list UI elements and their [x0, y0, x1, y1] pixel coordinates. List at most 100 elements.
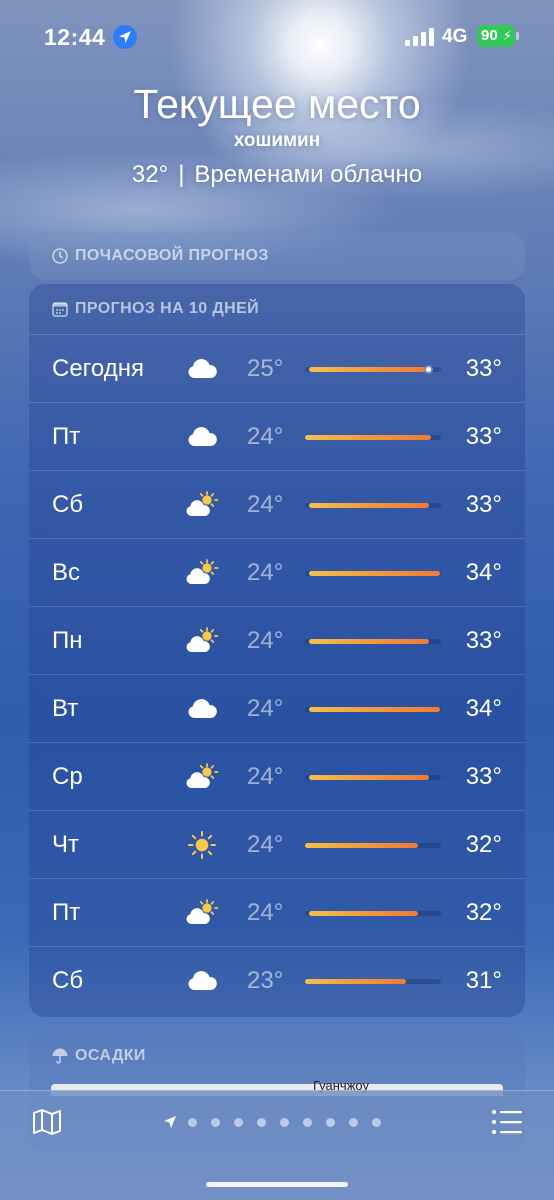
forecast-day: Чт: [52, 831, 79, 858]
forecast-high: 34°: [465, 559, 502, 586]
current-location-page-icon[interactable]: [163, 1115, 177, 1129]
hourly-forecast-card[interactable]: ПОЧАСОВОЙ ПРОГНОЗ: [29, 232, 525, 280]
forecast-day: Пт: [52, 899, 81, 926]
forecast-low: 24°: [247, 491, 284, 518]
page-dot[interactable]: [188, 1117, 197, 1127]
forecast-day: Сегодня: [52, 355, 144, 382]
temperature-range-bar: [305, 843, 441, 848]
temperature-range-fill: [309, 367, 431, 372]
ten-day-forecast-label: ПРОГНОЗ НА 10 ДНЕЙ: [75, 300, 260, 317]
current-conditions: 32° | Временами облачно: [0, 160, 554, 190]
forecast-row[interactable]: Сб 23° 31°: [29, 946, 525, 1014]
map-icon[interactable]: [32, 1108, 62, 1136]
temperature-range-bar: [305, 911, 441, 916]
temperature-range-fill: [309, 503, 429, 508]
forecast-day: Пт: [52, 423, 81, 450]
forecast-low: 25°: [247, 355, 284, 382]
precipitation-label: ОСАДКИ: [75, 1047, 146, 1064]
cloud-icon: [185, 355, 219, 383]
cloud-icon: [185, 423, 219, 451]
precipitation-header: ОСАДКИ: [51, 1032, 146, 1080]
battery-tip: [516, 32, 519, 40]
partly-sunny-icon: [185, 763, 219, 791]
list-icon[interactable]: [491, 1109, 523, 1135]
status-bar: 12:44 4G 90 ⚡: [0, 0, 554, 72]
partly-sunny-icon: [185, 899, 219, 927]
temperature-range-fill: [309, 571, 440, 576]
forecast-high: 33°: [465, 423, 502, 450]
current-temperature-marker: [423, 365, 433, 374]
battery-icon: 90 ⚡: [477, 25, 515, 47]
page-dot[interactable]: [303, 1117, 312, 1127]
forecast-high: 33°: [465, 355, 502, 382]
status-time: 12:44: [44, 24, 106, 50]
forecast-low: 24°: [247, 695, 284, 722]
sun-icon: [185, 831, 219, 859]
current-temperature: 32°: [131, 161, 169, 188]
forecast-low: 24°: [247, 831, 284, 858]
conditions-separator: |: [178, 161, 185, 188]
forecast-day: Ср: [52, 763, 83, 790]
clock-icon: [52, 248, 68, 264]
temperature-range-fill: [309, 911, 418, 916]
temperature-range-fill: [309, 707, 440, 712]
hourly-forecast-label: ПОЧАСОВОЙ ПРОГНОЗ: [75, 247, 269, 264]
temperature-range-bar: [305, 707, 441, 712]
page-dot[interactable]: [257, 1117, 266, 1127]
temperature-range-fill: [309, 775, 429, 780]
cloud-icon: [185, 967, 219, 995]
page-dot[interactable]: [349, 1117, 358, 1127]
partly-sunny-icon: [185, 491, 219, 519]
forecast-low: 24°: [247, 899, 284, 926]
forecast-low: 24°: [247, 423, 284, 450]
temperature-range-fill: [305, 979, 406, 984]
forecast-row[interactable]: Вс 24° 34°: [29, 538, 525, 606]
forecast-high: 32°: [465, 831, 502, 858]
forecast-row[interactable]: Сегодня 25° 33°: [29, 334, 525, 402]
forecast-low: 24°: [247, 559, 284, 586]
forecast-rows: Сегодня 25° 33° Пт 24° 33° Сб 24° 33° Вс 24° 34° Пн 2…: [29, 334, 525, 1014]
page-dot[interactable]: [211, 1117, 220, 1127]
ten-day-forecast-header: ПРОГНОЗ НА 10 ДНЕЙ: [51, 284, 259, 334]
forecast-high: 31°: [465, 967, 502, 994]
forecast-day: Сб: [52, 967, 84, 994]
ten-day-forecast-card[interactable]: ПРОГНОЗ НА 10 ДНЕЙ Сегодня 25° 33° Пт 24° 33°…: [29, 284, 525, 1017]
temperature-range-bar: [305, 503, 441, 508]
weather-header: Текущее место хошимин 32° | Временами обла…: [0, 80, 554, 190]
partly-sunny-icon: [185, 627, 219, 655]
forecast-row[interactable]: Чт 24° 32°: [29, 810, 525, 878]
battery-level: 90: [481, 27, 498, 44]
forecast-row[interactable]: Сб 24° 33°: [29, 470, 525, 538]
forecast-day: Сб: [52, 491, 84, 518]
forecast-row[interactable]: Вт 24° 34°: [29, 674, 525, 742]
temperature-range-bar: [305, 775, 441, 780]
page-dot[interactable]: [280, 1117, 289, 1127]
page-dot[interactable]: [234, 1117, 243, 1127]
forecast-row[interactable]: Пт 24° 32°: [29, 878, 525, 946]
temperature-range-bar: [305, 435, 441, 440]
forecast-low: 24°: [247, 763, 284, 790]
cloud-icon: [185, 695, 219, 723]
forecast-high: 32°: [465, 899, 502, 926]
page-dot[interactable]: [372, 1117, 381, 1127]
forecast-low: 24°: [247, 627, 284, 654]
partly-sunny-icon: [185, 559, 219, 587]
cellular-signal-icon: [405, 28, 435, 46]
temperature-range-fill: [305, 843, 418, 848]
city-name: хошимин: [233, 130, 321, 151]
forecast-row[interactable]: Пн 24° 33°: [29, 606, 525, 674]
condition-text: Временами облачно: [194, 161, 423, 188]
location-arrow-icon: [113, 25, 137, 49]
page-dot[interactable]: [326, 1117, 335, 1127]
home-indicator: [206, 1182, 348, 1187]
forecast-high: 33°: [465, 627, 502, 654]
forecast-row[interactable]: Пт 24° 33°: [29, 402, 525, 470]
forecast-high: 33°: [465, 763, 502, 790]
forecast-day: Вс: [52, 559, 81, 586]
temperature-range-bar: [305, 639, 441, 644]
page-indicator[interactable]: [163, 1114, 395, 1130]
temperature-range-bar: [305, 365, 441, 374]
page-title: Текущее место: [133, 81, 421, 127]
forecast-row[interactable]: Ср 24° 33°: [29, 742, 525, 810]
forecast-high: 34°: [465, 695, 502, 722]
